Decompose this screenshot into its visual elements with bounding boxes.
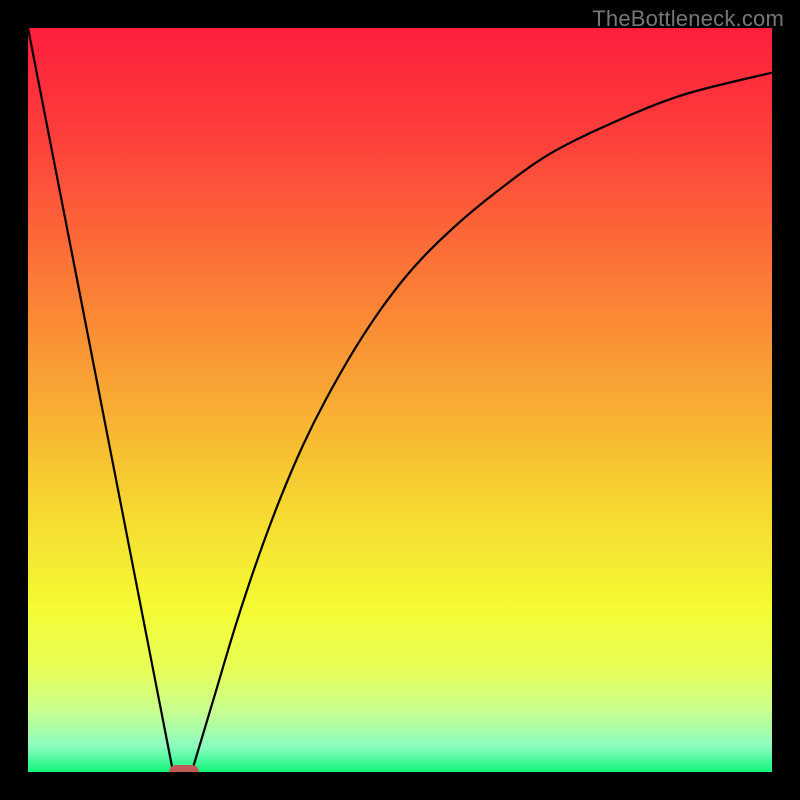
chart-curves <box>28 28 772 772</box>
right-curve-line <box>192 73 772 772</box>
left-slope-line <box>28 28 173 772</box>
chart-frame: TheBottleneck.com <box>0 0 800 800</box>
plot-area <box>28 28 772 772</box>
bottleneck-marker <box>169 765 199 772</box>
watermark-text: TheBottleneck.com <box>592 6 784 32</box>
